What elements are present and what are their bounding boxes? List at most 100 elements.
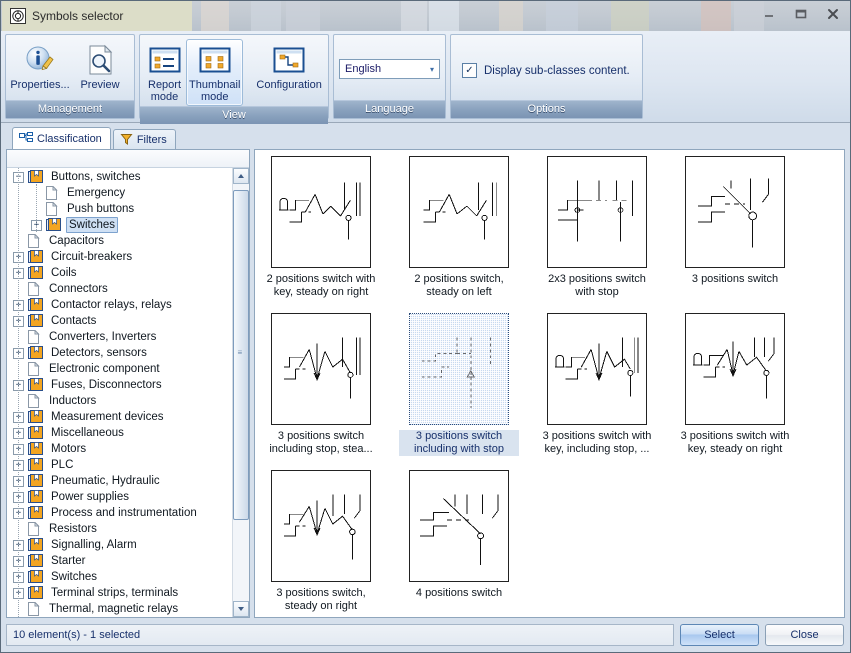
- book-folder-icon: [28, 314, 43, 327]
- page-icon: [26, 521, 42, 536]
- close-button-label: Close: [790, 629, 819, 641]
- select-button[interactable]: Select: [680, 624, 759, 646]
- tree-item[interactable]: Capacitors: [7, 233, 232, 249]
- left-panel-tabs: Classification Filters: [6, 127, 250, 149]
- tree-item[interactable]: + Measurement devices: [7, 409, 232, 425]
- display-subclasses-checkbox[interactable]: ✓: [462, 63, 477, 78]
- tree-item[interactable]: + Motors: [7, 441, 232, 457]
- status-bar: 10 element(s) - 1 selected: [6, 624, 674, 646]
- symbol-thumbnail[interactable]: 3 positions switch, steady on right: [261, 470, 381, 613]
- language-select[interactable]: English ▾: [339, 59, 440, 79]
- book-folder-icon: [28, 314, 44, 328]
- close-button[interactable]: [822, 4, 844, 24]
- scroll-up-button[interactable]: [233, 168, 249, 184]
- tree-item[interactable]: + Power supplies: [7, 489, 232, 505]
- symbol-thumbnail-label: 3 positions switch, steady on right: [276, 587, 366, 612]
- tree-item[interactable]: Connectors: [7, 281, 232, 297]
- tree-item-label: Buttons, switches: [51, 171, 141, 183]
- tree-item[interactable]: + Contactor relays, relays: [7, 297, 232, 313]
- preview-button[interactable]: Preview: [71, 39, 129, 94]
- page-icon: [28, 329, 40, 344]
- tree-item[interactable]: + PLC: [7, 457, 232, 473]
- symbol-preview-sw2-steady-left[interactable]: [409, 156, 509, 268]
- tree-item[interactable]: + Fuses, Disconnectors: [7, 377, 232, 393]
- symbols-thumbnail-panel[interactable]: 2 positions switch with key, steady on r…: [254, 149, 845, 618]
- tree-item[interactable]: + Terminal strips, terminals: [7, 585, 232, 601]
- tree-item[interactable]: + Process and instrumentation: [7, 505, 232, 521]
- book-folder-icon: [28, 554, 44, 568]
- properties-info-pencil-icon: [24, 43, 56, 77]
- window-title: Symbols selector: [32, 9, 124, 23]
- tree-item[interactable]: Resistors: [7, 521, 232, 537]
- book-folder-icon: [28, 426, 43, 439]
- book-folder-icon: [28, 458, 43, 471]
- close-button-footer[interactable]: Close: [765, 624, 844, 646]
- symbol-thumbnail[interactable]: 3 positions switch with key, steady on r…: [675, 313, 795, 456]
- scroll-down-button[interactable]: [233, 601, 249, 617]
- symbol-preview-sw3-plain[interactable]: [685, 156, 785, 268]
- tree-item[interactable]: + Signalling, Alarm: [7, 537, 232, 553]
- tree-item[interactable]: Inductors: [7, 393, 232, 409]
- classification-tree-icon: [19, 132, 33, 142]
- properties-button[interactable]: Properties...: [10, 39, 70, 94]
- symbol-thumbnail[interactable]: 2x3 positions switch with stop: [537, 156, 657, 299]
- switch-symbol-drawing: [278, 182, 361, 240]
- symbol-thumbnail[interactable]: 3 positions switch including with stop: [399, 313, 519, 456]
- tree-item-label: Miscellaneous: [51, 427, 124, 439]
- symbol-preview-sw3-key-steady-right[interactable]: [685, 313, 785, 425]
- symbol-thumbnail[interactable]: 3 positions switch: [675, 156, 795, 299]
- symbol-preview-sw3-with-stop[interactable]: [409, 313, 509, 425]
- symbol-thumbnail[interactable]: 3 positions switch with key, including s…: [537, 313, 657, 456]
- symbol-preview-sw2-key-steady-right[interactable]: [271, 156, 371, 268]
- symbol-thumbnail[interactable]: 3 positions switch including stop, stea.…: [261, 313, 381, 456]
- tree-item[interactable]: + Switches: [7, 569, 232, 585]
- configuration-button[interactable]: Configuration: [253, 39, 324, 94]
- tree-item[interactable]: Electronic component: [7, 361, 232, 377]
- tree-scrollbar-thumb[interactable]: ≡: [233, 190, 249, 520]
- tree-item[interactable]: + Circuit-breakers: [7, 249, 232, 265]
- tab-filters-label: Filters: [136, 133, 167, 146]
- tree-item[interactable]: + Switches: [7, 217, 232, 233]
- switch-symbol-drawing: [557, 180, 633, 242]
- symbol-preview-sw3-key-stop[interactable]: [547, 313, 647, 425]
- symbol-thumbnail[interactable]: 4 positions switch: [399, 470, 519, 613]
- symbol-preview-sw3-stop-steady[interactable]: [271, 313, 371, 425]
- symbol-thumbnail-label: 3 positions switch including stop, stea.…: [269, 430, 373, 455]
- tree-item[interactable]: + Pneumatic, Hydraulic: [7, 473, 232, 489]
- maximize-button[interactable]: [790, 4, 812, 24]
- tree-vertical-scrollbar[interactable]: ≡: [232, 168, 249, 617]
- tree-item[interactable]: + Contacts: [7, 313, 232, 329]
- tree-item[interactable]: Converters, Inverters: [7, 329, 232, 345]
- symbol-thumbnail-label: 2 positions switch, steady on left: [414, 273, 504, 298]
- symbol-thumbnail[interactable]: 2 positions switch, steady on left: [399, 156, 519, 299]
- page-icon: [28, 233, 40, 248]
- tab-classification[interactable]: Classification: [12, 127, 111, 149]
- tree-item-label: Power supplies: [51, 491, 129, 503]
- tree-item[interactable]: + Starter: [7, 553, 232, 569]
- report-mode-button[interactable]: Report mode: [145, 39, 184, 106]
- classification-tree[interactable]: − Buttons, switches Emergency Push buttons +…: [7, 168, 232, 617]
- tree-item-label: Starter: [51, 555, 86, 567]
- tree-item-label: Thermal, magnetic relays: [49, 603, 179, 615]
- tree-item[interactable]: Push buttons: [7, 201, 232, 217]
- tree-item[interactable]: Emergency: [7, 185, 232, 201]
- page-icon: [44, 185, 60, 200]
- report-mode-icon: [149, 43, 181, 77]
- thumbnail-mode-button[interactable]: Thumbnail mode: [186, 39, 244, 106]
- tree-scrollbar-track[interactable]: ≡: [233, 184, 249, 601]
- tree-item[interactable]: + Miscellaneous: [7, 425, 232, 441]
- page-icon: [28, 393, 40, 408]
- tree-scroll-area: − Buttons, switches Emergency Push buttons +…: [7, 168, 249, 617]
- ribbon: Properties... Preview Management Report …: [1, 31, 850, 124]
- tab-filters[interactable]: Filters: [112, 129, 176, 149]
- tree-item[interactable]: + Detectors, sensors: [7, 345, 232, 361]
- tree-item[interactable]: − Buttons, switches: [7, 169, 232, 185]
- display-subclasses-checkbox-row[interactable]: ✓ Display sub-classes content.: [462, 63, 630, 78]
- symbol-preview-sw4-plain[interactable]: [409, 470, 509, 582]
- symbol-thumbnail[interactable]: 2 positions switch with key, steady on r…: [261, 156, 381, 299]
- symbol-preview-sw3-steady-right[interactable]: [271, 470, 371, 582]
- tree-item[interactable]: Thermal, magnetic relays: [7, 601, 232, 617]
- symbol-preview-sw2x3-stop[interactable]: [547, 156, 647, 268]
- tree-item[interactable]: + Coils: [7, 265, 232, 281]
- minimize-button[interactable]: [758, 4, 780, 24]
